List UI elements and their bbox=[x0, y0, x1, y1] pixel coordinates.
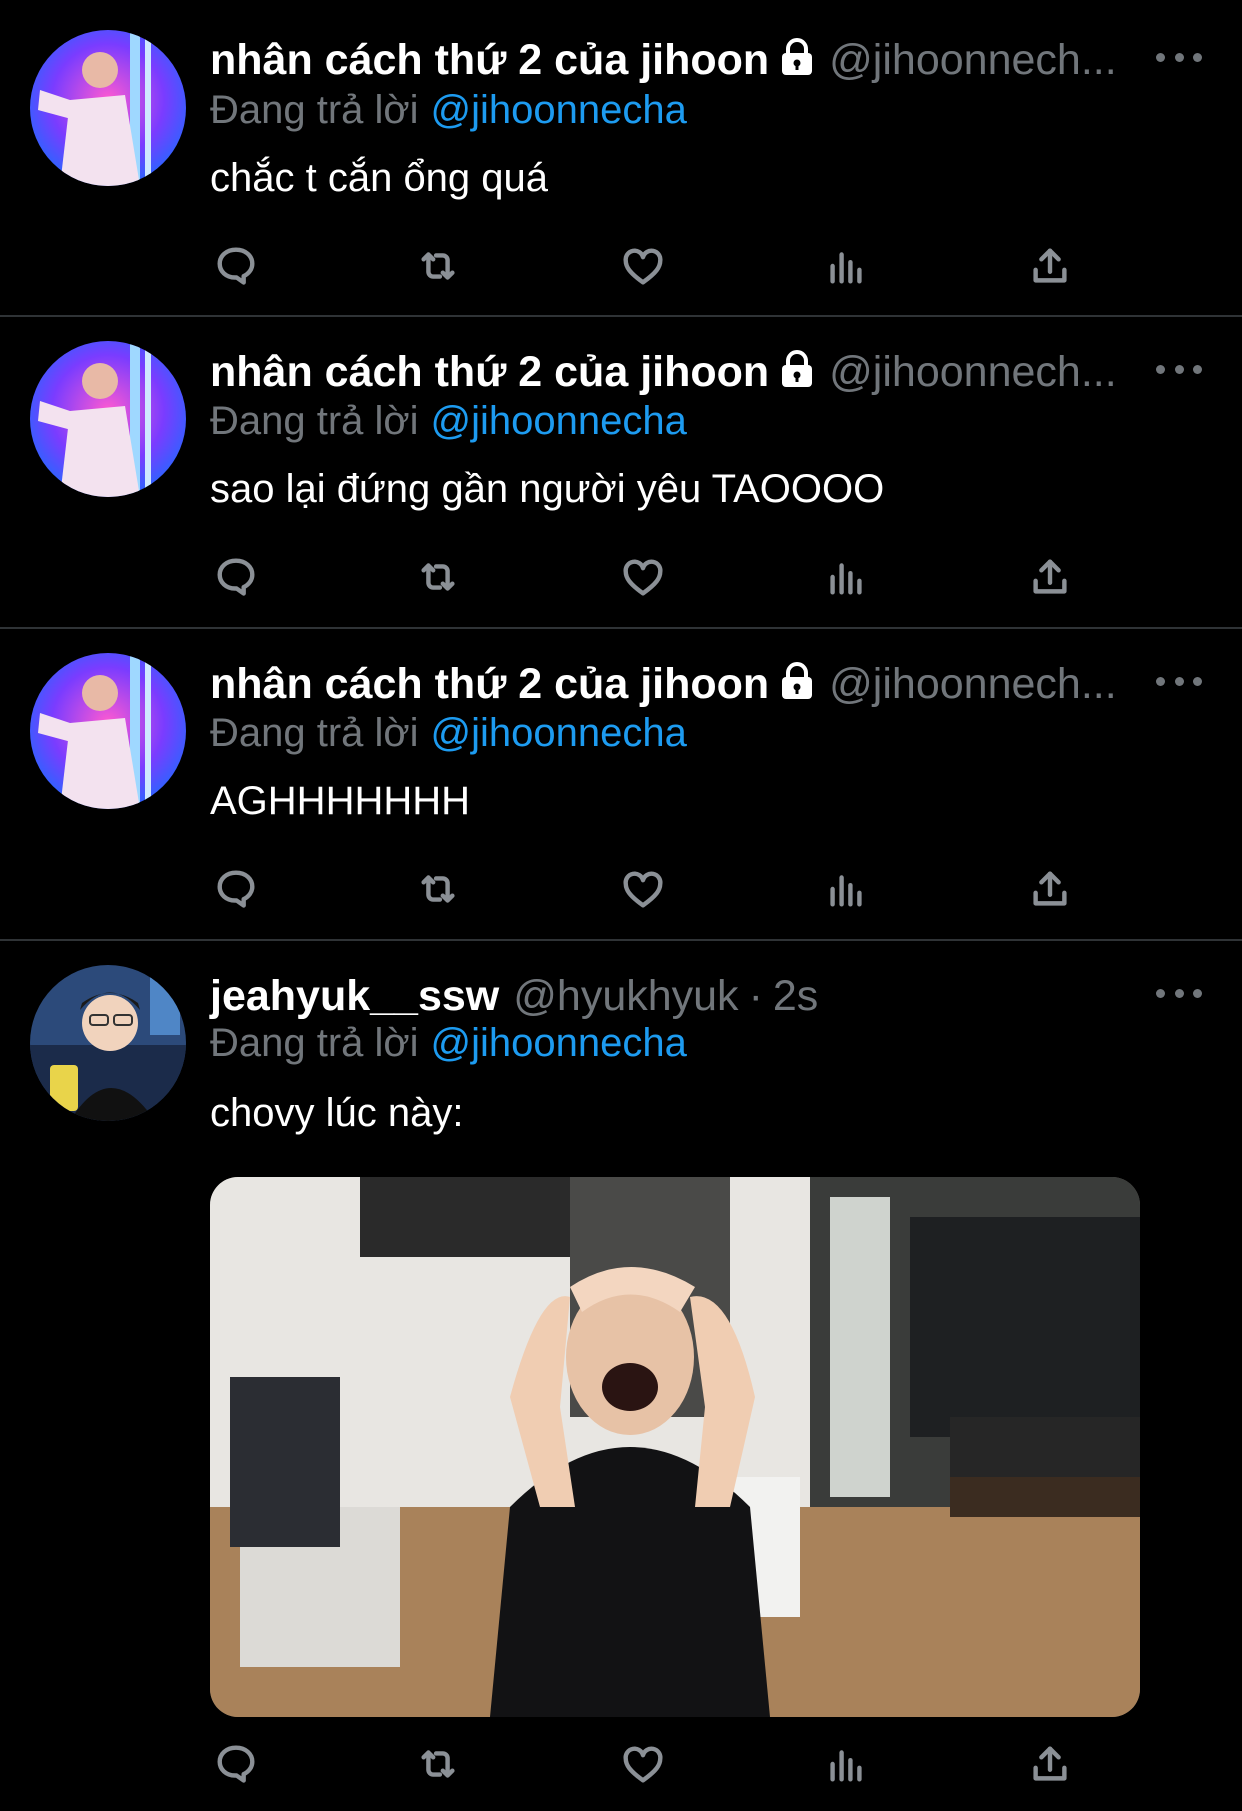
more-options-icon[interactable] bbox=[1156, 42, 1202, 72]
timestamp[interactable]: 2s bbox=[773, 972, 818, 1020]
reply-icon[interactable] bbox=[208, 1736, 264, 1792]
views-icon[interactable] bbox=[818, 549, 874, 605]
share-icon[interactable] bbox=[1022, 238, 1078, 294]
tweet-header: nhân cách thứ 2 của jihoon @jihoonnech... bbox=[210, 656, 1117, 714]
reply-prefix: Đang trả lời bbox=[210, 1021, 419, 1065]
action-bar bbox=[210, 1736, 1110, 1792]
replying-to: Đang trả lời @jihoonnecha bbox=[210, 395, 687, 447]
display-name[interactable]: nhân cách thứ 2 của jihoon bbox=[210, 660, 769, 708]
lock-icon bbox=[779, 658, 815, 714]
reply-icon[interactable] bbox=[208, 861, 264, 917]
views-icon[interactable] bbox=[818, 238, 874, 294]
action-bar bbox=[210, 549, 1110, 605]
tweet-text: chắc t cắn ổng quá bbox=[210, 156, 549, 200]
views-icon[interactable] bbox=[818, 1736, 874, 1792]
retweet-icon[interactable] bbox=[410, 1736, 466, 1792]
mention-link[interactable]: @jihoonnecha bbox=[431, 88, 687, 132]
avatar[interactable] bbox=[30, 653, 186, 809]
avatar[interactable] bbox=[30, 965, 186, 1121]
tweet-text: sao lại đứng gần người yêu TAOOOO bbox=[210, 467, 885, 511]
mention-link[interactable]: @jihoonnecha bbox=[431, 399, 687, 443]
tweet-header: nhân cách thứ 2 của jihoon @jihoonnech... bbox=[210, 344, 1117, 402]
lock-icon bbox=[779, 346, 815, 402]
retweet-icon[interactable] bbox=[410, 238, 466, 294]
retweet-icon[interactable] bbox=[410, 549, 466, 605]
share-icon[interactable] bbox=[1022, 549, 1078, 605]
tweet-thread: nhân cách thứ 2 của jihoon @jihoonnech...… bbox=[0, 0, 1242, 1811]
reply-prefix: Đang trả lời bbox=[210, 88, 419, 132]
more-options-icon[interactable] bbox=[1156, 978, 1202, 1008]
username[interactable]: @hyukhyuk bbox=[513, 972, 738, 1020]
replying-to: Đang trả lời @jihoonnecha bbox=[210, 1017, 687, 1069]
replying-to: Đang trả lời @jihoonnecha bbox=[210, 707, 687, 759]
reply-prefix: Đang trả lời bbox=[210, 711, 419, 755]
tweet-text: AGHHHHHHH bbox=[210, 779, 470, 823]
more-options-icon[interactable] bbox=[1156, 354, 1202, 384]
like-icon[interactable] bbox=[615, 549, 671, 605]
tweet-text: chovy lúc này: bbox=[210, 1091, 464, 1135]
tweet-header: nhân cách thứ 2 của jihoon @jihoonnech... bbox=[210, 32, 1117, 90]
share-icon[interactable] bbox=[1022, 861, 1078, 917]
retweet-icon[interactable] bbox=[410, 861, 466, 917]
tweet[interactable]: nhân cách thứ 2 của jihoon @jihoonnech...… bbox=[0, 0, 1242, 315]
display-name[interactable]: jeahyuk__ssw bbox=[210, 972, 499, 1020]
mention-link[interactable]: @jihoonnecha bbox=[431, 1021, 687, 1065]
share-icon[interactable] bbox=[1022, 1736, 1078, 1792]
username[interactable]: @jihoonnech... bbox=[829, 348, 1117, 396]
display-name[interactable]: nhân cách thứ 2 của jihoon bbox=[210, 348, 769, 396]
avatar[interactable] bbox=[30, 341, 186, 497]
username[interactable]: @jihoonnech... bbox=[829, 36, 1117, 84]
like-icon[interactable] bbox=[615, 1736, 671, 1792]
reply-prefix: Đang trả lời bbox=[210, 399, 419, 443]
display-name[interactable]: nhân cách thứ 2 của jihoon bbox=[210, 36, 769, 84]
action-bar bbox=[210, 238, 1110, 294]
tweet[interactable]: nhân cách thứ 2 của jihoon @jihoonnech...… bbox=[0, 629, 1242, 939]
avatar[interactable] bbox=[30, 30, 186, 186]
separator-dot: · bbox=[748, 972, 763, 1020]
reply-icon[interactable] bbox=[208, 238, 264, 294]
more-options-icon[interactable] bbox=[1156, 666, 1202, 696]
views-icon[interactable] bbox=[818, 861, 874, 917]
like-icon[interactable] bbox=[615, 861, 671, 917]
like-icon[interactable] bbox=[615, 238, 671, 294]
tweet-media-image[interactable] bbox=[210, 1177, 1140, 1717]
action-bar bbox=[210, 861, 1110, 917]
tweet[interactable]: jeahyuk__ssw @hyukhyuk · 2s Đang trả lời @ji… bbox=[0, 941, 1242, 1811]
mention-link[interactable]: @jihoonnecha bbox=[431, 711, 687, 755]
reply-icon[interactable] bbox=[208, 549, 264, 605]
lock-icon bbox=[779, 34, 815, 90]
tweet[interactable]: nhân cách thứ 2 của jihoon @jihoonnech...… bbox=[0, 317, 1242, 627]
replying-to: Đang trả lời @jihoonnecha bbox=[210, 84, 687, 136]
username[interactable]: @jihoonnech... bbox=[829, 660, 1117, 708]
tweet-header: jeahyuk__ssw @hyukhyuk · 2s bbox=[210, 968, 818, 1024]
